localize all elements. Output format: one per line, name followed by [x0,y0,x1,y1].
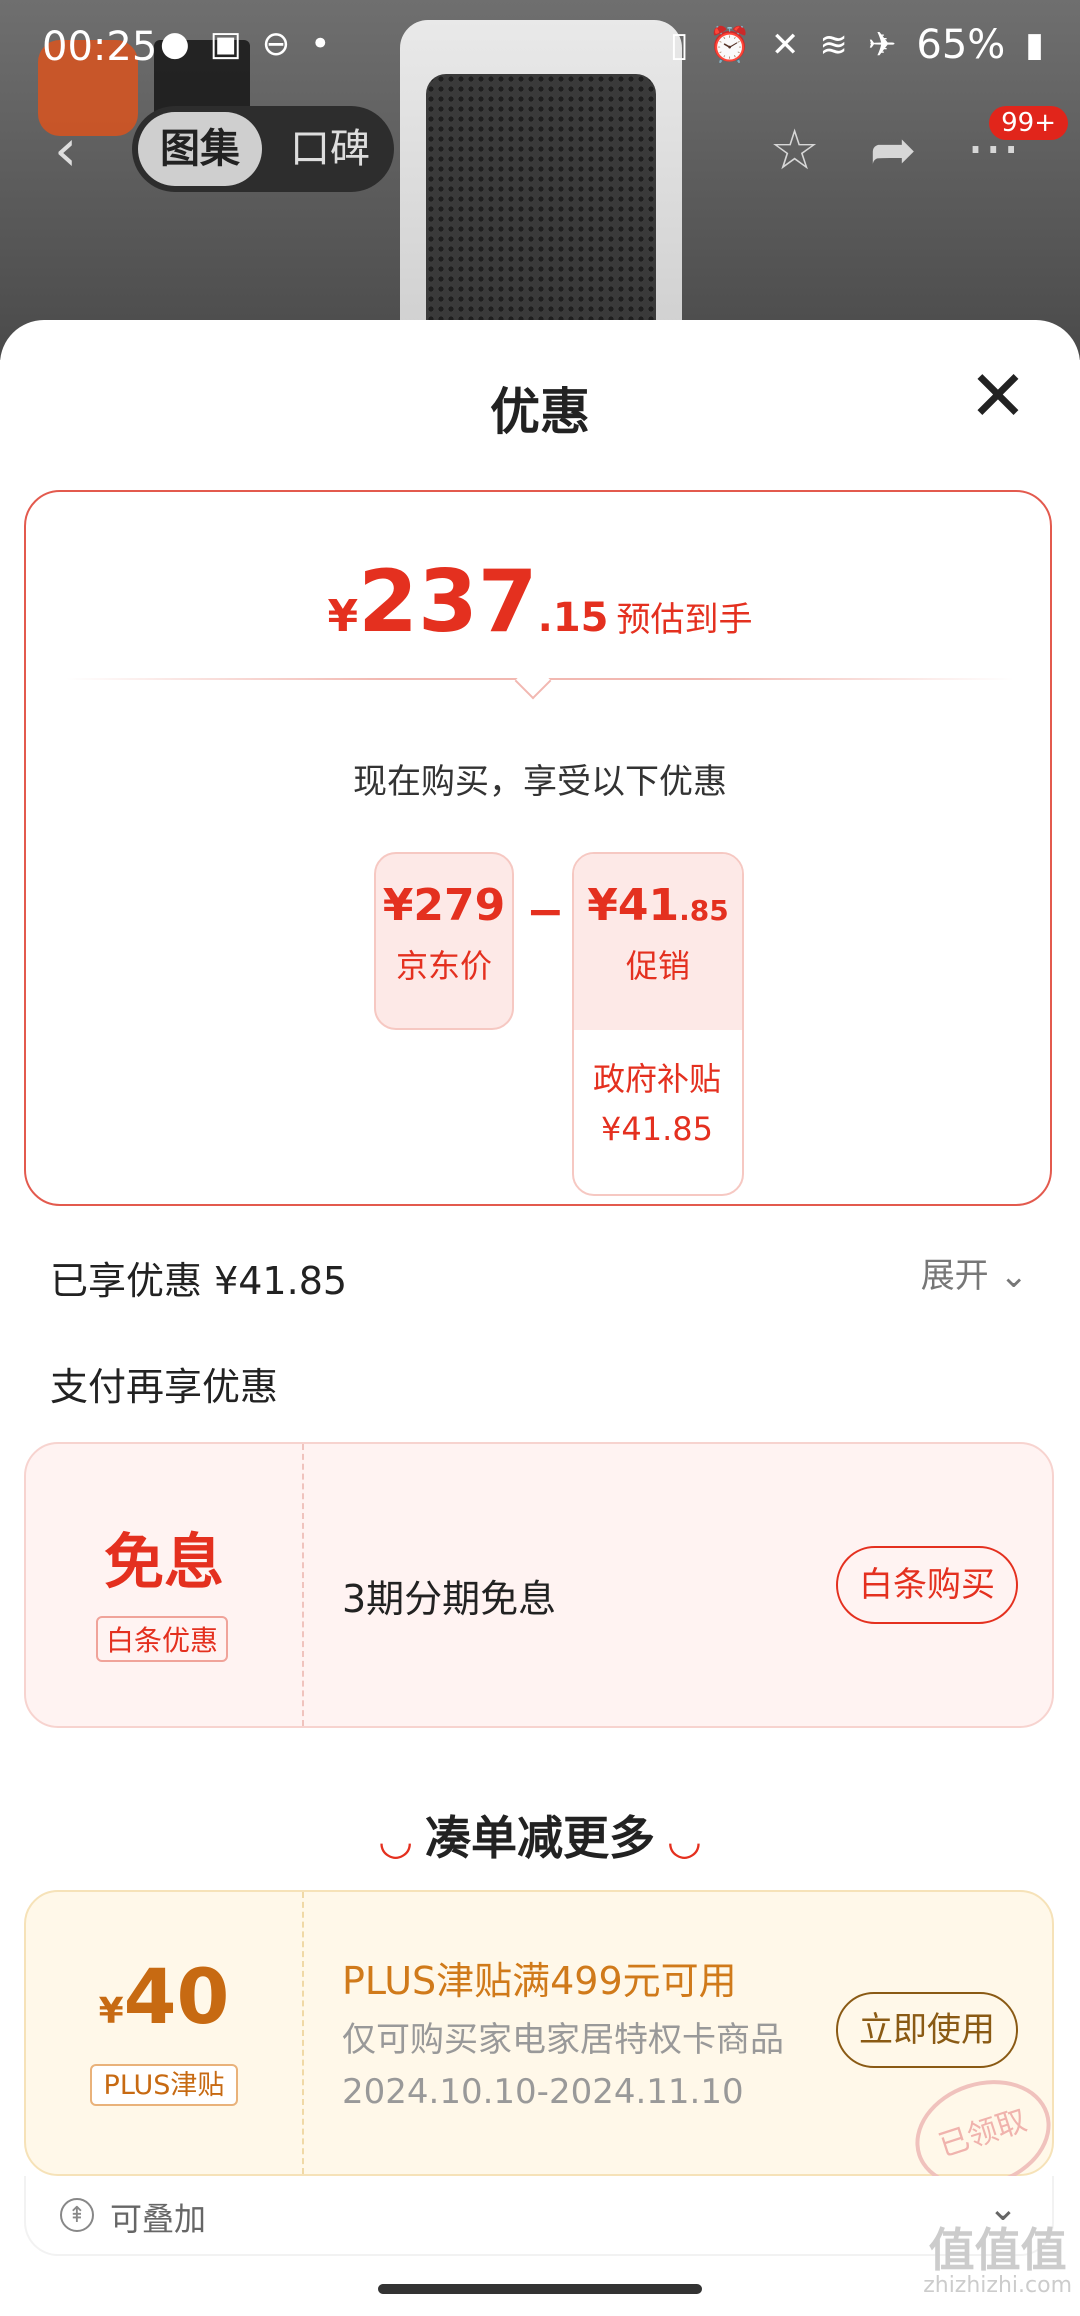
coupon-date: 2024.10.10-2024.11.10 [342,2072,744,2112]
plus-coupon: ¥40 PLUS津贴 PLUS津贴满499元可用 仅可购买家电家居特权卡商品 2… [24,1890,1065,2205]
now-buy-text: 现在购买，享受以下优惠 [353,762,727,802]
mute-icon: ✕ [770,25,800,65]
stack-icon: ⇞ [60,2198,94,2232]
home-indicator[interactable] [378,2284,702,2294]
battery-saver-icon: ▯ [669,25,689,65]
jd-price-card: ¥279 京东价 [374,852,514,1030]
media-tabs: 图集 口碑 [132,106,394,192]
installment-text: 3期分期免息 [342,1577,557,1621]
share-icon[interactable]: ➦ [870,118,917,183]
message-badge: 99+ [989,106,1068,140]
estimated-price: ¥237.15 预估到手 [327,552,753,652]
minus-sign: − [526,884,565,938]
close-icon[interactable]: ✕ [968,361,1028,431]
tab-reviews[interactable]: 口碑 [280,112,380,186]
gallery-icon: ▣ [209,24,242,64]
plus-tag: PLUS津贴 [90,2064,238,2106]
price-summary-card: ¥237.15 预估到手 现在购买，享受以下优惠 ¥279 京东价 − ¥41.8… [24,490,1052,1206]
sheet-title: 优惠 [490,383,590,441]
pay-more-title: 支付再享优惠 [50,1365,279,1409]
stackable-text: 可叠加 [110,2200,207,2238]
coupon-amount: ¥40 [98,1952,230,2041]
battery-percent: 65% [916,22,1006,68]
expand-button[interactable]: 展开 ⌄ [921,1248,1028,1297]
airplane-icon: ✈ [867,25,897,65]
more-savings-title: ◡ 凑单减更多 ◡ [380,1811,700,1865]
favorite-star-icon[interactable]: ☆ [769,118,819,183]
smile-icon: ◡ [669,1818,700,1864]
discount-sheet: 优惠 ✕ ¥237.15 预估到手 现在购买，享受以下优惠 ¥279 京东价 − … [0,320,1080,2316]
baitiao-tag: 白条优惠 [96,1616,228,1662]
divider-notch [514,662,552,700]
tab-gallery[interactable]: 图集 [138,112,262,186]
status-time: 00:25 [42,24,158,70]
product-grille [426,74,656,344]
baitiao-buy-button[interactable]: 白条购买 [836,1546,1018,1624]
battery-icon: ▮ [1025,25,1044,65]
stackable-row[interactable]: ⇞ 可叠加 ⌄ [24,2176,1054,2256]
smile-icon: ◡ [380,1818,411,1864]
coupon-title: PLUS津贴满499元可用 [342,1959,737,2003]
alarm-icon: ⏰ [708,25,751,65]
dnd-icon: ⊖ [261,24,291,64]
estimated-label: 预估到手 [616,600,753,640]
gov-subsidy: 政府补贴 ¥41.85 [592,1060,721,1148]
wechat-icon: ● [160,24,190,64]
coupon-desc: 仅可购买家电家居特权卡商品 [342,2020,784,2060]
wifi-icon: ≋ [819,25,848,65]
status-bar: 00:25 ● ▣ ⊖ • ▯ ⏰ ✕ ≋ ✈ 65% ▮ [0,0,1080,96]
watermark: 值值值 zhizhizhi.com [923,2223,1072,2298]
chevron-down-icon: ⌄ [999,1256,1029,1296]
enjoyed-discount: 已享优惠 ¥41.85 [50,1259,348,1303]
dot-icon: • [310,24,331,64]
interest-free-label: 免息 [104,1528,224,1598]
back-icon[interactable]: ‹ [54,120,94,180]
baitiao-coupon: 免息 白条优惠 3期分期免息 白条购买 [24,1442,1054,1728]
use-now-button[interactable]: 立即使用 [836,1992,1018,2068]
